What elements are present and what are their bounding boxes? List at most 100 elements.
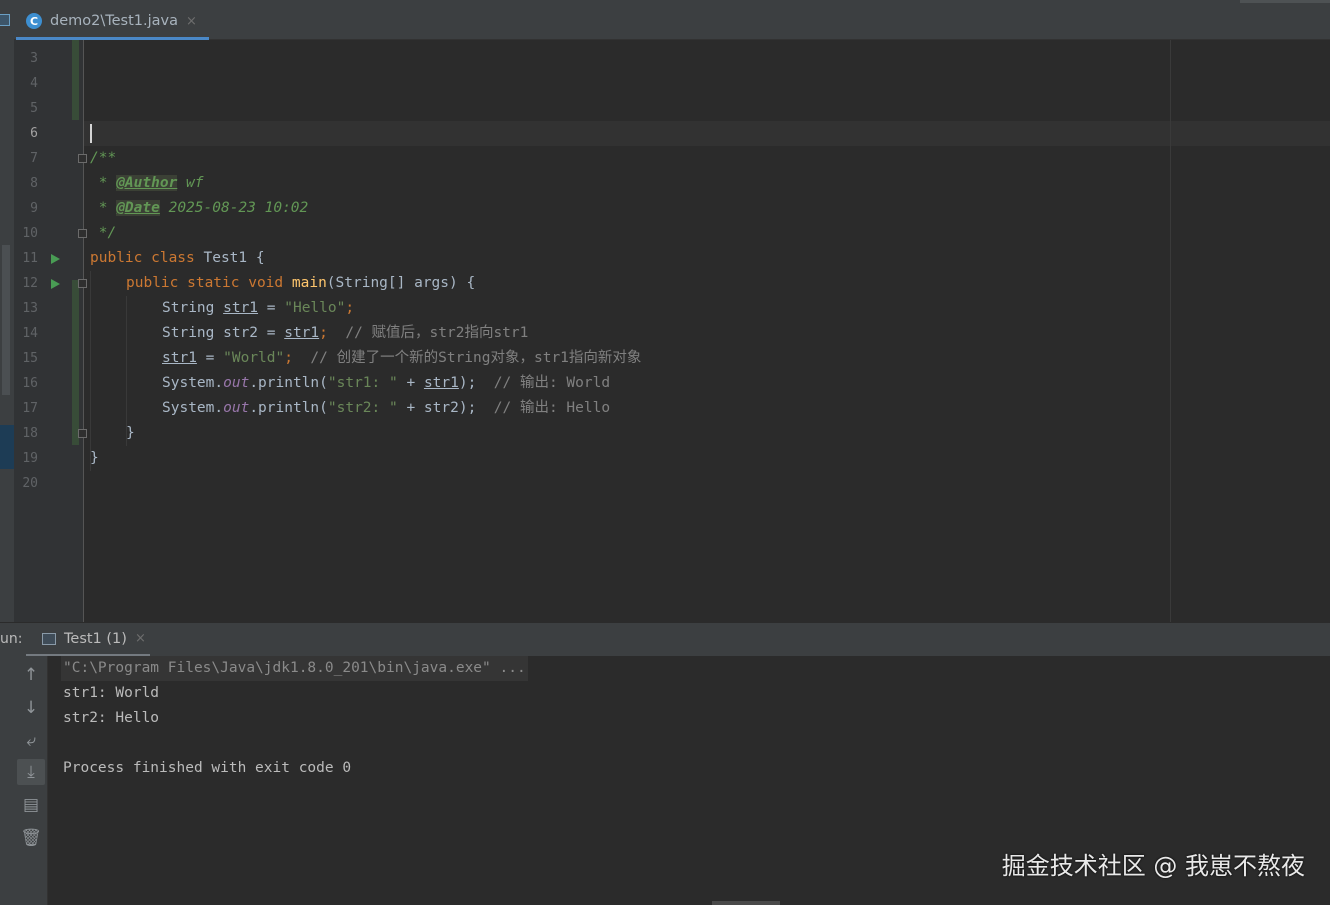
soft-wrap-icon[interactable]: ⤶ — [17, 728, 45, 754]
code-line: public static void main(String[] args) { — [126, 271, 475, 296]
tab-scroll-indicator — [1240, 0, 1330, 3]
strip-tool-button[interactable] — [2, 245, 10, 395]
tab-run-test1[interactable]: Test1 (1) × — [26, 623, 150, 657]
run-left-strip — [0, 656, 14, 905]
code-editor[interactable]: 3 4 5 6 7 8 9 10 11 12 13 14 15 16 17 18… — [0, 40, 1330, 622]
doc-value: 2025-08-23 10:02 — [159, 200, 309, 216]
run-tab-label: Test1 (1) — [64, 630, 127, 647]
code-line: public class Test1 { — [90, 246, 265, 271]
caret-row-highlight — [84, 121, 1330, 146]
line-comment: // 赋值后，str2指向str1 — [327, 325, 529, 341]
vcs-change-marker[interactable] — [72, 280, 79, 445]
close-icon[interactable]: × — [135, 631, 146, 646]
string-literal: "str2: " — [327, 400, 398, 416]
line-number: 3 — [30, 51, 38, 66]
string-literal: "World" — [223, 350, 285, 366]
run-class-icon[interactable] — [51, 254, 60, 264]
doc-comment: /** — [90, 150, 117, 166]
scroll-to-end-icon[interactable]: ⤓ — [17, 759, 45, 785]
line-number-current: 6 — [30, 126, 38, 141]
variable: str1 — [162, 350, 197, 366]
code-line: str1 = "World"; // 创建了一个新的String对象，str1指… — [162, 346, 641, 371]
line-number: 14 — [22, 326, 38, 341]
run-main-icon[interactable] — [51, 279, 60, 289]
left-tool-strip — [0, 40, 14, 622]
code-text: } — [126, 425, 135, 441]
line-number: 10 — [22, 226, 38, 241]
line-number: 15 — [22, 351, 38, 366]
string-literal: "str1: " — [327, 375, 398, 391]
console-output-line: str1: World — [63, 685, 160, 701]
line-number: 4 — [30, 76, 38, 91]
close-icon[interactable]: × — [186, 14, 197, 29]
vcs-change-marker[interactable] — [72, 40, 79, 120]
code-text: System. — [162, 400, 224, 416]
variable: str1 — [223, 300, 259, 316]
text-caret — [90, 124, 92, 143]
run-panel-label: un: — [0, 631, 23, 647]
fold-icon[interactable] — [78, 279, 87, 288]
static-field: out — [223, 400, 250, 416]
line-number: 19 — [22, 451, 38, 466]
code-line: System.out.println("str2: " + str2); // … — [162, 396, 610, 421]
watermark: 掘金技术社区 @ 我崽不熬夜 — [1001, 852, 1305, 880]
java-class-icon: C — [26, 13, 42, 29]
print-icon[interactable]: ▤ — [17, 792, 45, 818]
code-line: } — [126, 421, 135, 446]
trash-icon[interactable]: 🗑 — [17, 825, 45, 851]
tab-label: demo2\Test1.java — [50, 13, 179, 29]
code-line: } — [90, 446, 99, 471]
code-text: = — [258, 300, 285, 316]
method-name: main — [291, 275, 327, 291]
line-number: 11 — [22, 251, 38, 266]
fold-icon[interactable] — [78, 229, 87, 238]
code-text: + — [397, 375, 424, 391]
line-number: 9 — [30, 201, 38, 216]
semicolon: ; — [284, 350, 293, 366]
line-number: 13 — [22, 301, 38, 316]
line-comment: // 输出: World — [476, 375, 611, 391]
down-arrow-icon[interactable]: ↓ — [17, 695, 45, 721]
code-text: + str2); — [397, 400, 477, 416]
code-line: * @Author wf — [90, 171, 204, 196]
strip-tool-button-active[interactable] — [0, 425, 14, 469]
doc-comment: * — [90, 200, 117, 216]
editor-tab-bar: C demo2\Test1.java × — [0, 0, 1330, 40]
line-number: 5 — [30, 101, 38, 116]
indent-guide — [90, 271, 91, 471]
code-line: * @Date 2025-08-23 10:02 — [90, 196, 308, 221]
console-output-line: str2: Hello — [63, 710, 160, 726]
right-margin-guide — [1170, 40, 1171, 622]
code-text: ); — [458, 375, 477, 391]
line-comment: // 输出: Hello — [476, 400, 611, 416]
line-number: 17 — [22, 401, 38, 416]
variable: str1 — [284, 325, 320, 341]
tab-test1-java[interactable]: C demo2\Test1.java × — [16, 5, 209, 40]
code-text: String — [162, 300, 224, 316]
tool-strip — [0, 0, 14, 40]
code-text: String str2 = — [162, 325, 285, 341]
run-toolbar: ↑ ↓ ⤶ ⤓ ▤ 🗑 — [14, 656, 48, 905]
project-panel-icon[interactable] — [0, 14, 10, 26]
line-number: 18 — [22, 426, 38, 441]
semicolon: ; — [345, 300, 355, 316]
code-text: System. — [162, 375, 224, 391]
doc-tag: @Author — [116, 175, 178, 191]
up-arrow-icon[interactable]: ↑ — [17, 662, 45, 688]
code-line: String str2 = str1; // 赋值后，str2指向str1 — [162, 321, 528, 346]
fold-icon[interactable] — [78, 154, 87, 163]
line-number: 8 — [30, 176, 38, 191]
line-number: 12 — [22, 276, 38, 291]
code-text: .println( — [249, 400, 328, 416]
keyword: public class — [90, 250, 195, 266]
fold-icon[interactable] — [78, 429, 87, 438]
run-tool-window-header: un: Test1 (1) × — [0, 622, 1330, 657]
string-literal: "Hello" — [284, 300, 346, 316]
console-exit-line: Process finished with exit code 0 — [63, 760, 352, 776]
console-command-line[interactable]: "C:\Program Files\Java\jdk1.8.0_201\bin\… — [61, 656, 528, 681]
horizontal-scrollbar[interactable] — [712, 901, 780, 905]
run-console[interactable]: ↑ ↓ ⤶ ⤓ ▤ 🗑 "C:\Program Files\Java\jdk1.… — [0, 656, 1330, 905]
line-comment: // 创建了一个新的String对象，str1指向新对象 — [292, 350, 642, 366]
code-line: System.out.println("str1: " + str1); // … — [162, 371, 610, 396]
code-text: } — [90, 450, 99, 466]
